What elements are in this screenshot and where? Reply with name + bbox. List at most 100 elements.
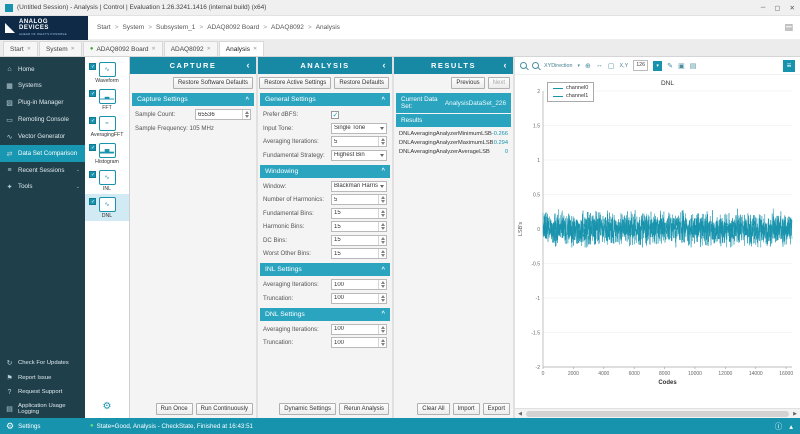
spinner-control[interactable]	[378, 137, 386, 146]
tab-analysis[interactable]: Analysis ✕	[219, 41, 264, 56]
legend-item-channel1[interactable]: channel1	[553, 93, 588, 99]
dropdown-caret-icon[interactable]: ▾	[577, 63, 580, 69]
spinner-control[interactable]	[378, 280, 386, 289]
settings-button[interactable]: ⚙ Settings	[0, 418, 85, 434]
restore-software-defaults-button[interactable]: Restore Software Defaults	[173, 77, 253, 89]
legend-toggle-button[interactable]: ≡	[783, 60, 795, 72]
checkbox-checked-icon[interactable]	[89, 198, 96, 205]
sidebar-item-systems[interactable]: ▦ Systems	[0, 77, 85, 94]
breadcrumb-item-board[interactable]: ADAQ8092 Board	[207, 24, 259, 31]
chart-legend[interactable]: channel0 channel1	[547, 82, 594, 102]
checkbox-checked-icon[interactable]	[89, 144, 96, 151]
window-select[interactable]: Blackman Harris 7	[331, 181, 387, 192]
restore-defaults-button[interactable]: Restore Defaults	[334, 77, 389, 89]
collapse-section-icon[interactable]: ^	[381, 97, 385, 103]
scrollbar-thumb[interactable]	[526, 411, 789, 417]
tab-adaq8092[interactable]: ADAQ8092 ✕	[164, 41, 218, 56]
restore-active-settings-button[interactable]: Restore Active Settings	[259, 77, 331, 89]
dc-bins-input[interactable]: 15	[331, 235, 387, 246]
breadcrumb-item-chip[interactable]: ADAQ8092	[271, 24, 304, 31]
tab-close-icon[interactable]: ✕	[207, 46, 211, 52]
collapse-section-icon[interactable]: ^	[381, 168, 385, 174]
sample-count-input[interactable]: 65536	[195, 109, 251, 120]
tab-adaq8092-board[interactable]: ● ADAQ8092 Board ✕	[83, 41, 163, 56]
input-tone-select[interactable]: Single Tone	[331, 123, 387, 134]
rail-item-waveform[interactable]: ∿ Waveform	[85, 59, 129, 86]
collapse-panel-icon[interactable]: ‹	[504, 61, 509, 70]
tab-system[interactable]: System ✕	[39, 41, 82, 56]
legend-item-channel0[interactable]: channel0	[553, 85, 588, 91]
breadcrumb-item-analysis[interactable]: Analysis	[316, 24, 340, 31]
close-button[interactable]: ✕	[790, 4, 795, 12]
sample-width-value[interactable]: 126	[633, 60, 648, 71]
windowing-section-header[interactable]: Windowing ^	[260, 165, 390, 178]
fundamental-bins-input[interactable]: 15	[331, 208, 387, 219]
session-notes-icon[interactable]: ▤	[784, 22, 793, 33]
export-chart-icon[interactable]: ▤	[690, 62, 697, 70]
rail-item-inl[interactable]: ∿ INL	[85, 167, 129, 194]
sidebar-item-recent-sessions[interactable]: ≡ Recent Sessions ⌄	[0, 162, 85, 178]
zoom-region-icon[interactable]	[532, 62, 539, 69]
spinner-control[interactable]	[242, 110, 250, 119]
zoom-icon[interactable]	[520, 62, 527, 69]
previous-dataset-button[interactable]: Previous	[451, 77, 484, 89]
spinner-control[interactable]	[378, 249, 386, 258]
collapse-statusbar-icon[interactable]: ▴	[789, 422, 793, 431]
sidebar-item-home[interactable]: ⌂ Home	[0, 61, 85, 77]
xy-direction-dropdown[interactable]: XYDirection	[544, 63, 572, 69]
collapse-section-icon[interactable]: ^	[381, 311, 385, 317]
result-row[interactable]: DNLAveragingAnalyzerMaximumLSB 0.294	[394, 138, 513, 147]
checkbox-checked-icon[interactable]	[89, 63, 96, 70]
maximize-button[interactable]: ▢	[774, 4, 780, 12]
sidebar-item-data-set-comparison[interactable]: ⇄ Data Set Comparison	[0, 145, 85, 162]
tab-start[interactable]: Start ✕	[3, 41, 38, 56]
result-row[interactable]: DNLAveragingAnalyzerAverageLSB 0	[394, 147, 513, 156]
horizontal-zoom-icon[interactable]: ↔	[596, 62, 603, 69]
import-button[interactable]: Import	[453, 403, 480, 415]
clear-all-button[interactable]: Clear All	[417, 403, 449, 415]
sidebar-item-application-usage-logging[interactable]: ▤ Application Usage Logging	[0, 399, 85, 418]
prefer-dbfs-checkbox[interactable]	[331, 111, 339, 119]
breadcrumb-item-subsystem[interactable]: Subsystem_1	[156, 24, 195, 31]
spinner-control[interactable]	[378, 195, 386, 204]
sidebar-item-remoting-console[interactable]: ▭ Remoting Console	[0, 111, 85, 128]
sidebar-item-vector-generator[interactable]: ∿ Vector Generator	[0, 128, 85, 145]
scroll-left-icon[interactable]: ◀	[515, 411, 525, 417]
collapse-section-icon[interactable]: ^	[245, 97, 249, 103]
tab-close-icon[interactable]: ✕	[27, 46, 31, 52]
export-button[interactable]: Export	[483, 403, 510, 415]
rail-item-dnl[interactable]: ∿ DNL	[85, 194, 129, 221]
scroll-right-icon[interactable]: ▶	[790, 411, 800, 417]
inl-settings-section-header[interactable]: INL Settings ^	[260, 263, 390, 276]
checkbox-checked-icon[interactable]	[89, 117, 96, 124]
collapse-section-icon[interactable]: ^	[381, 267, 385, 273]
spinner-control[interactable]	[378, 209, 386, 218]
info-icon[interactable]: ⓘ	[775, 421, 783, 432]
inl-averaging-iterations-input[interactable]: 100	[331, 279, 387, 290]
spinner-control[interactable]	[378, 294, 386, 303]
rerun-analysis-button[interactable]: Rerun Analysis	[339, 403, 389, 415]
sidebar-item-report-issue[interactable]: ⚑ Report Issue	[0, 370, 85, 385]
axis-dropdown-button[interactable]: ▾	[653, 61, 662, 71]
spinner-control[interactable]	[378, 325, 386, 334]
fundamental-strategy-select[interactable]: Highest Bin	[331, 150, 387, 161]
spinner-control[interactable]	[378, 222, 386, 231]
dnl-settings-section-header[interactable]: DNL Settings ^	[260, 308, 390, 321]
dnl-chart[interactable]: 21.510.50-0.5-1-1.5-20200040006000800010…	[515, 75, 800, 408]
sidebar-item-plugin-manager[interactable]: ▨ Plug-in Manager	[0, 94, 85, 111]
next-dataset-button[interactable]: Next	[488, 77, 510, 89]
sidebar-item-tools[interactable]: ✦ Tools ⌄	[0, 178, 85, 195]
tab-close-icon[interactable]: ✕	[253, 46, 257, 52]
run-continuously-button[interactable]: Run Continuously	[196, 403, 253, 415]
sidebar-item-request-support[interactable]: ? Request Support	[0, 385, 85, 399]
dnl-truncation-input[interactable]: 100	[331, 337, 387, 348]
averaging-iterations-input[interactable]: 5	[331, 136, 387, 147]
rail-item-histogram[interactable]: ▂▅▂ Histogram	[85, 140, 129, 167]
spinner-control[interactable]	[378, 338, 386, 347]
result-row[interactable]: DNLAveragingAnalyzerMinimumLSB -0.266	[394, 129, 513, 138]
collapse-panel-icon[interactable]: ‹	[383, 61, 388, 70]
chart-horizontal-scrollbar[interactable]: ◀ ▶	[515, 408, 800, 418]
dynamic-settings-button[interactable]: Dynamic Settings	[279, 403, 336, 415]
general-settings-section-header[interactable]: General Settings ^	[260, 93, 390, 106]
collapse-panel-icon[interactable]: ‹	[247, 61, 252, 70]
